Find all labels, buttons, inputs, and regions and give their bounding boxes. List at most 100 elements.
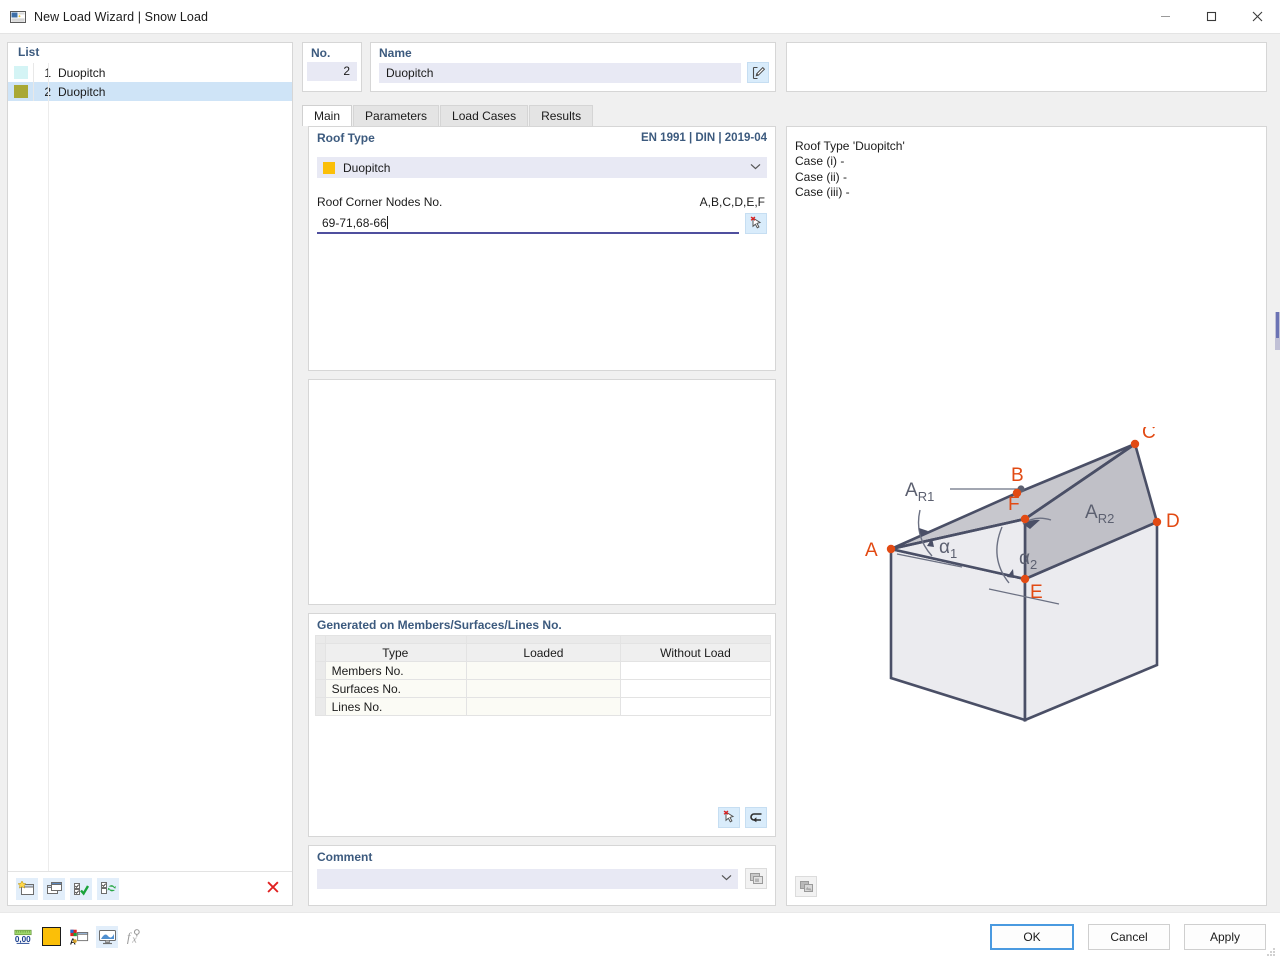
- generated-header: Generated on Members/Surfaces/Lines No.: [309, 614, 775, 632]
- formula-button[interactable]: f x: [124, 926, 146, 948]
- roof-nodes-label: Roof Corner Nodes No.: [317, 195, 443, 209]
- maximize-button[interactable]: [1188, 0, 1234, 34]
- strip-c: [619, 635, 772, 644]
- yellow-color-icon: [41, 927, 61, 946]
- render-view-button[interactable]: [96, 925, 118, 948]
- cell-loaded[interactable]: [466, 679, 621, 698]
- comment-title: Comment: [317, 850, 373, 864]
- col-header-loaded[interactable]: Loaded: [466, 643, 621, 662]
- roof-nodes-pick-button[interactable]: [745, 213, 767, 234]
- roof-type-select[interactable]: Duopitch: [317, 157, 767, 178]
- cell-without-load[interactable]: [619, 661, 772, 680]
- table-row[interactable]: Surfaces No.: [315, 679, 772, 698]
- status-toolbar: 0,00 A f x: [0, 925, 146, 948]
- numeric-format-button[interactable]: 0,00: [12, 926, 34, 948]
- preview-copy-button[interactable]: [795, 876, 817, 897]
- edge-scrollbar-thumb[interactable]: [1276, 312, 1279, 338]
- tab-load-cases[interactable]: Load Cases: [440, 105, 529, 126]
- node-e-dot: [1020, 574, 1030, 584]
- tab-parameters[interactable]: Parameters: [353, 105, 440, 126]
- new-item-button[interactable]: [16, 877, 38, 900]
- node-d-dot: [1152, 517, 1162, 527]
- cell-without-load[interactable]: [619, 697, 772, 716]
- strip-a: [324, 635, 468, 644]
- preview-line-3: Case (iii) -: [795, 184, 850, 199]
- chevron-down-icon[interactable]: [721, 873, 732, 884]
- list-item-color-cell: [8, 63, 34, 82]
- comment-browse-button[interactable]: [745, 868, 767, 889]
- name-field-group: Name Duopitch: [370, 42, 776, 92]
- copy-item-button[interactable]: [43, 877, 65, 900]
- display-props-icon: A: [70, 929, 89, 946]
- color-swatch-button[interactable]: [40, 926, 62, 948]
- red-x-icon: ✕: [265, 877, 281, 899]
- list-toolbar: ✕: [8, 871, 292, 905]
- roof-nodes-hint: A,B,C,D,E,F: [699, 195, 765, 209]
- duopitch-roof-diagram: A B C D E F AR1 AR2 α1 α2: [865, 427, 1180, 722]
- resize-grip[interactable]: [1266, 947, 1276, 957]
- preview-line-1: Case (i) -: [795, 154, 845, 169]
- cell-without-load[interactable]: [619, 679, 772, 698]
- preview-line-2: Case (ii) -: [795, 169, 848, 184]
- table-row[interactable]: Members No.: [315, 661, 772, 680]
- title-bar: New Load Wizard | Snow Load: [0, 0, 1280, 34]
- undo-arrow-icon: [750, 812, 762, 822]
- invert-selection-button[interactable]: [97, 877, 119, 900]
- generated-table: Type Loaded Without Load Members No. Sur…: [315, 635, 772, 716]
- comment-input[interactable]: [317, 868, 738, 889]
- table-row[interactable]: Lines No.: [315, 697, 772, 716]
- cancel-button[interactable]: Cancel: [1088, 923, 1170, 950]
- list-item[interactable]: 2 Duopitch: [8, 82, 292, 101]
- color-swatch-icon: [13, 66, 28, 79]
- roof-type-title: Roof Type: [317, 131, 375, 145]
- display-properties-button[interactable]: A: [68, 926, 90, 948]
- dialog-footer: 0,00 A f x OK Cancel Apply: [0, 912, 1280, 960]
- col-header-without-load[interactable]: Without Load: [619, 643, 772, 662]
- node-label-e: E: [1030, 582, 1043, 603]
- number-input[interactable]: 2: [307, 62, 357, 81]
- delete-item-button[interactable]: ✕: [262, 878, 284, 900]
- col-header-type[interactable]: Type: [324, 643, 468, 662]
- dialog-buttons: OK Cancel Apply: [990, 923, 1280, 950]
- select-all-button[interactable]: [70, 877, 92, 900]
- edge-scrollbar[interactable]: [1275, 312, 1280, 350]
- minimize-button[interactable]: [1142, 0, 1188, 34]
- list-item-label: Duopitch: [58, 65, 106, 80]
- tab-results[interactable]: Results: [529, 105, 594, 126]
- node-f-dot: [1020, 514, 1030, 524]
- generated-pick-button[interactable]: [718, 807, 740, 828]
- row-handle[interactable]: [315, 661, 326, 680]
- ok-button[interactable]: OK: [990, 923, 1074, 950]
- pick-cursor-icon: [723, 810, 734, 823]
- list-item-color-cell: [8, 82, 34, 101]
- list-panel: List 1 Duopitch 2 Duopitch: [7, 42, 293, 906]
- apply-button[interactable]: Apply: [1184, 923, 1266, 950]
- roof-preview-sub-panel: [308, 379, 776, 605]
- generated-reset-button[interactable]: [745, 807, 767, 828]
- row-handle[interactable]: [315, 697, 326, 716]
- svg-text:f: f: [127, 930, 132, 944]
- table-top-strip: [315, 635, 772, 644]
- name-edit-button[interactable]: [747, 62, 769, 83]
- cell-loaded[interactable]: [466, 697, 621, 716]
- tab-main[interactable]: Main: [302, 105, 353, 126]
- name-input[interactable]: Duopitch: [379, 62, 741, 83]
- roof-nodes-labels: Roof Corner Nodes No. A,B,C,D,E,F: [317, 195, 765, 209]
- roof-nodes-value: 69-71,68-66: [322, 216, 387, 230]
- list-body: 1 Duopitch 2 Duopitch: [8, 63, 292, 871]
- preview-description: Roof Type 'Duopitch' Case (i) - Case (ii…: [787, 127, 1266, 200]
- list-item[interactable]: 1 Duopitch: [8, 63, 292, 82]
- node-c-dot: [1130, 439, 1140, 449]
- comment-row: [317, 868, 767, 889]
- preview-line-0: Roof Type 'Duopitch': [795, 139, 905, 153]
- roof-type-value: Duopitch: [343, 160, 391, 175]
- comment-header: Comment: [309, 846, 775, 864]
- top-right-info-box: [786, 42, 1267, 92]
- area-label-ar1: AR1: [905, 480, 934, 504]
- row-handle[interactable]: [315, 679, 326, 698]
- new-load-wizard-dialog: New Load Wizard | Snow Load List 1 Duopi…: [0, 0, 1280, 960]
- cell-loaded[interactable]: [466, 661, 621, 680]
- roof-nodes-input[interactable]: 69-71,68-66: [317, 213, 739, 234]
- list-item-index: 2: [34, 85, 56, 99]
- close-button[interactable]: [1234, 0, 1280, 34]
